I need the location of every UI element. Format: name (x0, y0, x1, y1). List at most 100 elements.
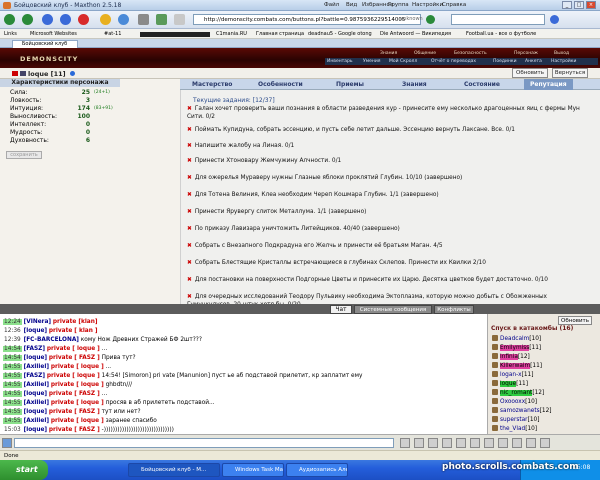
nav-skills[interactable]: Умения (363, 59, 380, 64)
home-icon[interactable] (42, 14, 53, 25)
menu-settings[interactable]: Настройки (412, 2, 443, 8)
chat-author[interactable]: [FASZ] (24, 373, 45, 379)
nav-my-scroll[interactable]: Мой Скролл (389, 59, 417, 64)
tab-mastery[interactable]: Мастерство (192, 81, 232, 88)
back-button[interactable]: Вернуться (552, 68, 588, 78)
chat-private[interactable]: private [ loque ] (47, 346, 100, 352)
online-user-name[interactable]: the_Vlad (500, 426, 525, 432)
nav-battles[interactable]: Поединки (493, 59, 517, 64)
online-user[interactable]: Emilymiss[11] (492, 344, 597, 353)
tab-features[interactable]: Особенности (258, 81, 303, 88)
chat-author[interactable]: [VINera] (24, 319, 52, 325)
refresh-button[interactable]: Обновить (512, 68, 548, 78)
clear-icon[interactable] (414, 438, 424, 448)
search-icon[interactable] (550, 15, 559, 24)
chat-private[interactable]: private [ loque ] (47, 373, 100, 379)
maximize-icon[interactable]: □ (574, 1, 584, 9)
users-icon[interactable] (540, 438, 550, 448)
chat-author[interactable]: [Axiliel] (24, 400, 49, 406)
chat-author[interactable]: [loque] (24, 409, 47, 415)
online-user[interactable]: samozwanets[12] (492, 407, 597, 416)
online-user[interactable]: nic_romant[12] (492, 389, 597, 398)
link-c1mania[interactable]: C1mania.RU (216, 31, 247, 37)
online-user[interactable]: the_Vlad[10] (492, 425, 597, 434)
online-refresh-button[interactable]: Обновить (558, 316, 592, 325)
nav-profile[interactable]: Анкета (525, 59, 542, 64)
tab-state[interactable]: Состояние (464, 81, 500, 88)
online-user-name[interactable]: loque (500, 381, 517, 387)
chat-author[interactable]: [loque] (24, 355, 47, 361)
link-main-page[interactable]: Главная страница (256, 31, 304, 37)
nav-settings[interactable]: Настройки (551, 59, 576, 64)
chat-author[interactable]: [Axiliel] (24, 364, 49, 370)
chat-private[interactable]: private [klan] (53, 319, 98, 325)
chat-private[interactable]: private [ loque ] (51, 418, 104, 424)
tools-icon[interactable] (156, 14, 167, 25)
nav-transfers[interactable]: Отчёт о переводах (431, 59, 476, 64)
refresh-icon[interactable] (60, 14, 71, 25)
online-user-name[interactable]: superstar (500, 417, 528, 423)
back-icon[interactable] (4, 14, 15, 25)
tab-conflicts[interactable]: Конфликты (434, 305, 474, 314)
online-user[interactable]: Oxoooxx[10] (492, 398, 597, 407)
chat-private[interactable]: private [ FASZ ] (49, 427, 100, 433)
menu-file[interactable]: Файл (324, 2, 339, 8)
start-button[interactable]: start (0, 460, 48, 480)
nav-inventory[interactable]: Инвентарь (327, 59, 353, 64)
close-icon[interactable]: × (586, 1, 596, 9)
chat-private[interactable]: private [ FASZ ] (49, 391, 100, 397)
menu-view[interactable]: Вид (346, 2, 357, 8)
nav-character[interactable]: Персонаж (514, 51, 538, 56)
refresh-chat-icon[interactable] (498, 438, 508, 448)
chat-private[interactable]: private [ FASZ ] (49, 409, 100, 415)
online-user[interactable]: Infinia[12] (492, 353, 597, 362)
chat-private[interactable]: private [ FASZ ] (49, 355, 100, 361)
info-icon[interactable] (70, 71, 75, 76)
history-icon[interactable] (118, 14, 129, 25)
stop-icon[interactable] (78, 14, 89, 25)
menu-group[interactable]: Группа (388, 2, 409, 8)
tab-fight-club[interactable]: Бойцовский клуб (12, 40, 78, 48)
chat-author[interactable]: [FASZ] (24, 346, 45, 352)
translit-icon[interactable] (484, 438, 494, 448)
save-stats-button[interactable]: сохранить (6, 151, 42, 159)
search-input[interactable] (451, 14, 545, 25)
link-at[interactable]: #at-11 (104, 31, 121, 37)
task-task-manager[interactable]: Windows Task Manager (222, 463, 284, 477)
chat-private[interactable]: private [ loque ] (51, 364, 104, 370)
favorites-icon[interactable] (100, 14, 111, 25)
new-tab-icon[interactable] (138, 14, 149, 25)
online-user-name[interactable]: samozwanets (500, 408, 540, 414)
online-user[interactable]: logan-x[11] (492, 371, 597, 380)
chat-author[interactable]: [loque] (24, 328, 47, 334)
tab-reputation[interactable]: Репутация (524, 79, 573, 90)
link-die-antwoord[interactable]: Die Antwoord — Википедия (380, 31, 451, 37)
filter-icon[interactable] (442, 438, 452, 448)
smiles-icon[interactable] (428, 438, 438, 448)
settings-chat-icon[interactable] (526, 438, 536, 448)
chat-author[interactable]: [Axiliel] (24, 418, 49, 424)
online-user-name[interactable]: Oxoooxx (500, 399, 525, 405)
nav-knowledge[interactable]: Знания (380, 51, 397, 56)
online-user-name[interactable]: Killerwaim (500, 363, 531, 369)
send-icon[interactable] (400, 438, 410, 448)
online-user-name[interactable]: Deadcalm (500, 336, 529, 342)
task-fight-club[interactable]: Бойцовский клуб - M... (128, 463, 220, 477)
online-user[interactable]: Deadcalm[10] (492, 335, 597, 344)
chat-author[interactable]: [FC-BARCELONA] (24, 337, 79, 343)
online-user-name[interactable]: logan-x (500, 372, 522, 378)
exit-chat-icon[interactable] (512, 438, 522, 448)
chat-author[interactable]: [loque] (24, 391, 47, 397)
menu-help[interactable]: Справка (442, 2, 466, 8)
chat-private[interactable]: private [ loque ] (51, 400, 104, 406)
online-user-name[interactable]: Emilymiss (500, 345, 530, 351)
chat-author[interactable]: [loque] (24, 427, 47, 433)
chat-private[interactable]: private [ klan ] (49, 328, 98, 334)
online-user-name[interactable]: nic_romant (500, 390, 533, 396)
task-audio[interactable]: Аудиозапись Алекс... (286, 463, 348, 477)
link-microsoft[interactable]: Microsoft Websites (30, 31, 77, 37)
tab-chat[interactable]: Чат (330, 305, 352, 314)
nav-communication[interactable]: Общение (414, 51, 436, 56)
tab-techniques[interactable]: Приемы (336, 81, 364, 88)
chat-mode-icon[interactable] (2, 438, 12, 448)
